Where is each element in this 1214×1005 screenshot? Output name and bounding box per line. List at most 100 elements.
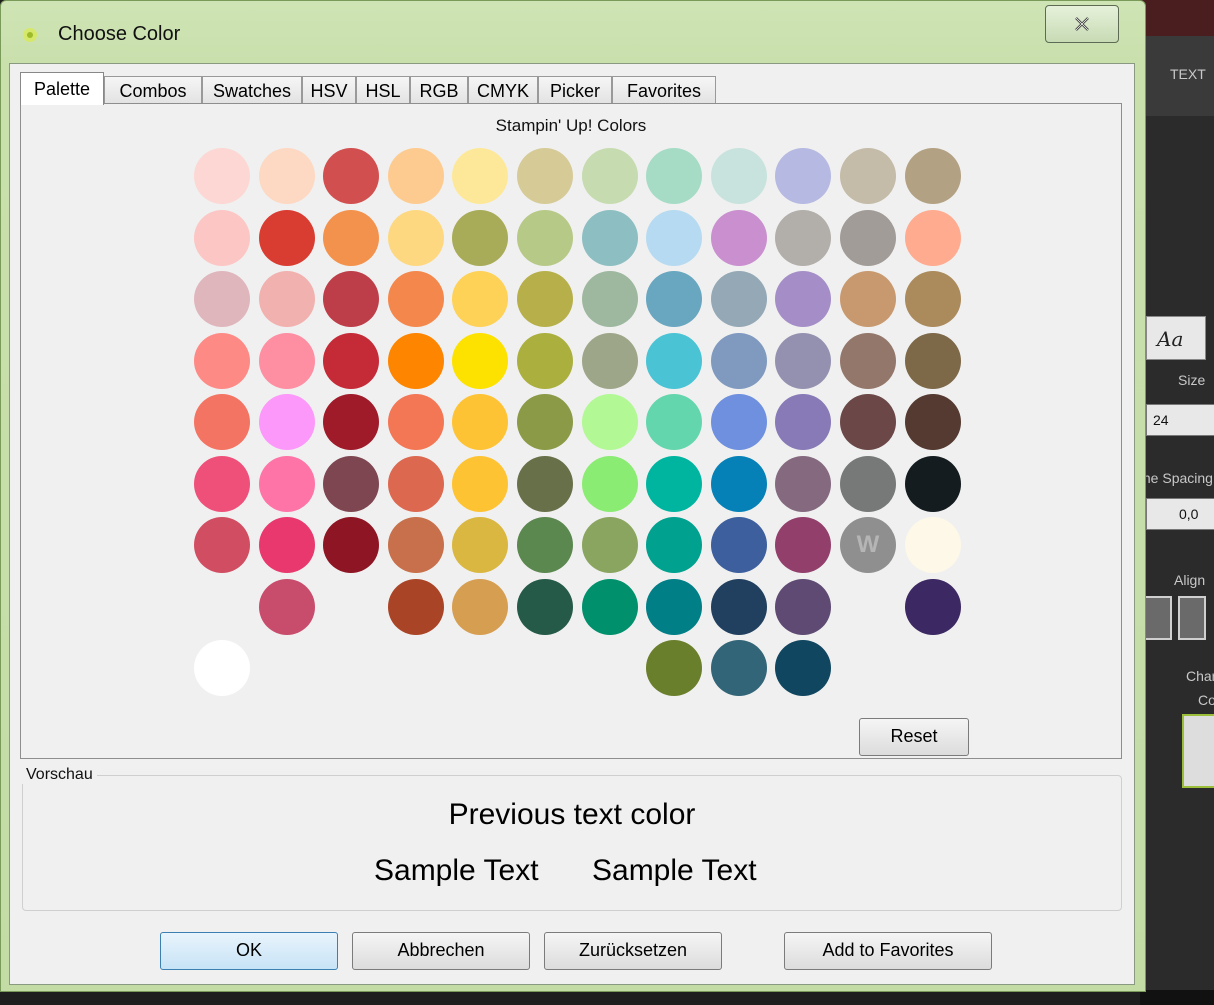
color-swatch[interactable] (775, 148, 832, 204)
font-style-button[interactable]: Aa (1146, 316, 1206, 360)
color-swatch[interactable] (194, 517, 250, 573)
color-swatch[interactable] (387, 578, 444, 635)
color-swatch[interactable] (258, 332, 315, 389)
color-swatch[interactable] (194, 209, 250, 266)
color-swatch[interactable] (646, 578, 703, 635)
color-swatch[interactable] (387, 517, 444, 573)
color-swatch[interactable] (710, 271, 767, 327)
color-swatch[interactable] (710, 455, 767, 512)
color-swatch[interactable] (775, 394, 832, 450)
color-swatch[interactable] (646, 640, 703, 696)
color-swatch[interactable] (258, 209, 315, 266)
color-swatch[interactable] (258, 271, 315, 327)
color-swatch[interactable] (775, 640, 832, 696)
tab-cmyk[interactable]: CMYK (468, 76, 538, 104)
color-swatch[interactable] (517, 578, 573, 635)
color-swatch[interactable] (646, 455, 703, 512)
color-swatch[interactable] (646, 517, 703, 573)
color-swatch[interactable] (517, 394, 573, 450)
color-swatch[interactable] (323, 517, 380, 573)
color-swatch[interactable] (840, 455, 896, 512)
color-swatch[interactable] (581, 271, 638, 327)
ok-button[interactable]: OK (160, 932, 338, 970)
color-swatch[interactable] (323, 455, 380, 512)
color-swatch[interactable] (775, 455, 832, 512)
color-swatch[interactable] (452, 394, 509, 450)
color-swatch[interactable] (323, 209, 380, 266)
align-left-icon[interactable] (1144, 596, 1172, 640)
color-swatch[interactable] (840, 148, 896, 204)
color-swatch[interactable] (710, 517, 767, 573)
color-swatch[interactable] (258, 455, 315, 512)
tab-rgb[interactable]: RGB (410, 76, 468, 104)
reset-button[interactable]: Zurücksetzen (544, 932, 722, 970)
color-swatch[interactable] (323, 332, 380, 389)
color-swatch[interactable] (775, 271, 832, 327)
title-bar[interactable]: Choose Color (1, 1, 1145, 61)
color-swatch[interactable] (387, 209, 444, 266)
color-swatch[interactable] (775, 209, 832, 266)
align-center-icon[interactable] (1178, 596, 1206, 640)
color-swatch[interactable] (581, 455, 638, 512)
color-swatch[interactable] (323, 148, 380, 204)
color-swatch[interactable] (581, 578, 638, 635)
color-swatch[interactable] (710, 332, 767, 389)
color-swatch[interactable] (581, 209, 638, 266)
color-swatch[interactable] (710, 148, 767, 204)
add-to-favorites-button[interactable]: Add to Favorites (784, 932, 992, 970)
color-swatch[interactable] (517, 332, 573, 389)
color-swatch[interactable] (258, 394, 315, 450)
color-swatch[interactable] (710, 394, 767, 450)
tab-combos[interactable]: Combos (104, 76, 202, 104)
color-swatch[interactable] (517, 209, 573, 266)
cancel-button[interactable]: Abbrechen (352, 932, 530, 970)
color-swatch[interactable] (840, 332, 896, 389)
tab-picker[interactable]: Picker (538, 76, 612, 104)
color-swatch[interactable] (387, 148, 444, 204)
color-swatch[interactable] (710, 578, 767, 635)
color-swatch[interactable] (517, 271, 573, 327)
color-swatch-watermark[interactable]: W (840, 517, 896, 573)
color-swatch[interactable] (775, 332, 832, 389)
line-spacing-field[interactable]: 0,0 (1146, 498, 1214, 530)
color-swatch[interactable] (904, 517, 961, 573)
color-swatch[interactable] (258, 148, 315, 204)
color-swatch[interactable] (452, 148, 509, 204)
color-swatch[interactable] (194, 640, 250, 696)
color-swatch[interactable] (710, 640, 767, 696)
color-swatch[interactable] (387, 332, 444, 389)
color-swatch[interactable] (646, 332, 703, 389)
color-swatch[interactable] (517, 517, 573, 573)
color-swatch[interactable] (581, 394, 638, 450)
tab-hsl[interactable]: HSL (356, 76, 410, 104)
color-swatch[interactable] (904, 578, 961, 635)
color-swatch[interactable] (194, 271, 250, 327)
color-swatch[interactable] (194, 148, 250, 204)
color-swatch[interactable] (452, 578, 509, 635)
color-swatch[interactable] (646, 271, 703, 327)
palette-reset-button[interactable]: Reset (859, 718, 969, 756)
color-swatch[interactable] (387, 455, 444, 512)
color-swatch[interactable] (194, 394, 250, 450)
color-swatch[interactable] (646, 394, 703, 450)
color-swatch[interactable] (387, 271, 444, 327)
size-field[interactable]: 24 (1146, 404, 1214, 436)
color-swatch[interactable] (517, 148, 573, 204)
color-swatch[interactable] (258, 578, 315, 635)
color-swatch[interactable] (387, 394, 444, 450)
color-swatch[interactable] (775, 517, 832, 573)
color-swatch[interactable] (581, 332, 638, 389)
color-swatch[interactable] (840, 209, 896, 266)
color-swatch[interactable] (904, 148, 961, 204)
color-swatch[interactable] (904, 271, 961, 327)
color-swatch[interactable] (452, 517, 509, 573)
color-swatch[interactable] (323, 271, 380, 327)
color-swatch[interactable] (452, 209, 509, 266)
color-swatch[interactable] (323, 394, 380, 450)
color-swatch[interactable] (452, 271, 509, 327)
color-swatch[interactable] (646, 148, 703, 204)
color-swatch[interactable] (194, 455, 250, 512)
color-swatch[interactable] (581, 148, 638, 204)
color-swatch[interactable] (840, 394, 896, 450)
color-swatch[interactable] (517, 455, 573, 512)
